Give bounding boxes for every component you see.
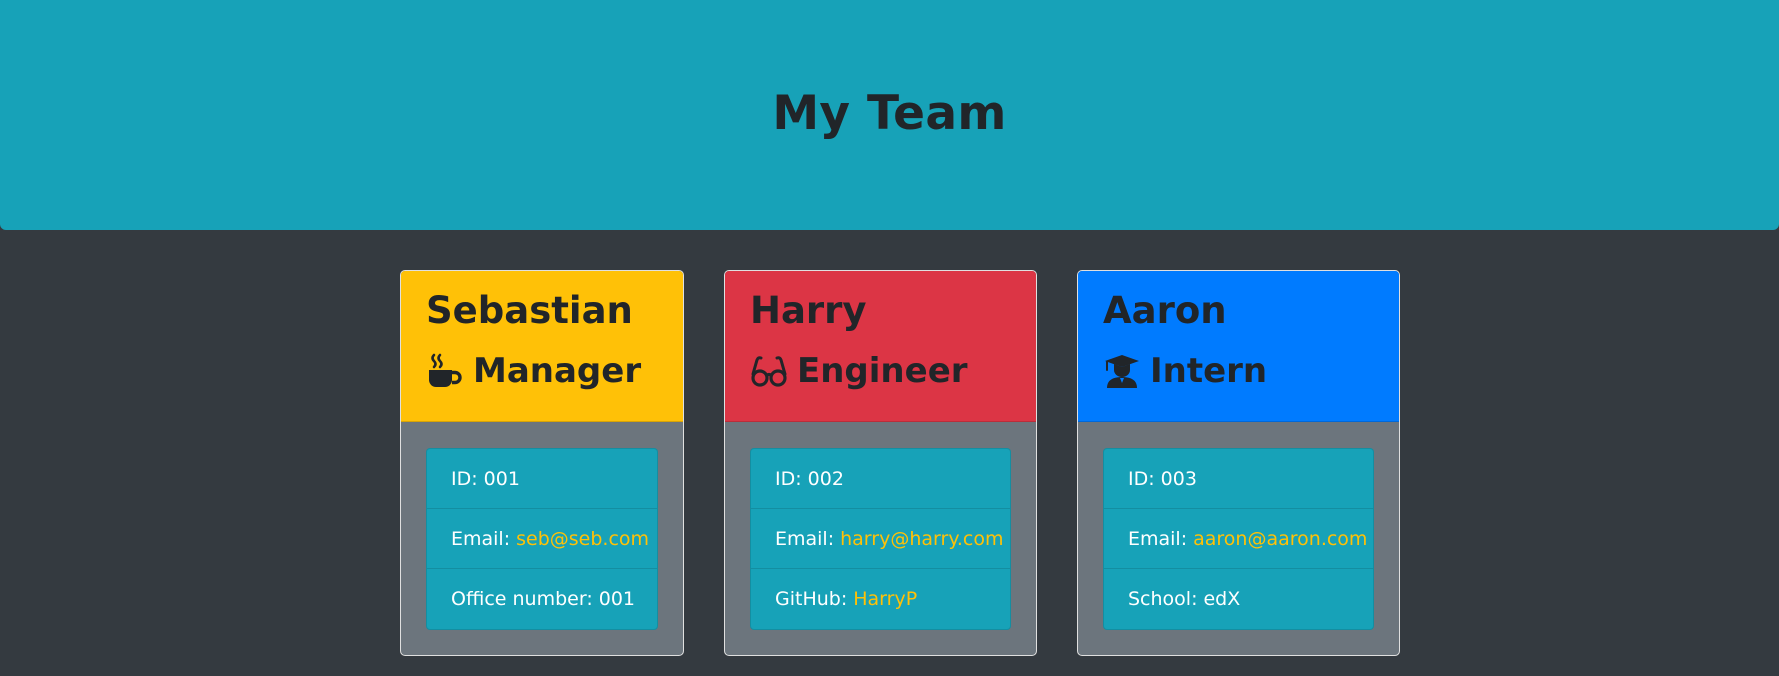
school-label: School:	[1128, 588, 1198, 610]
email-link[interactable]: harry@harry.com	[840, 528, 1003, 550]
email-label: Email:	[775, 527, 835, 550]
email-label: Email:	[451, 527, 511, 550]
email-link[interactable]: seb@seb.com	[516, 528, 649, 550]
page-title: My Team	[772, 86, 1007, 141]
id-value: 002	[807, 467, 844, 490]
employee-details: ID: 001 Email: seb@seb.com Office number…	[426, 448, 658, 630]
id-label: ID:	[1128, 467, 1155, 490]
header-banner: My Team	[0, 0, 1779, 230]
employee-name: Aaron	[1103, 289, 1227, 332]
id-row: ID: 003	[1104, 449, 1373, 509]
role-label: Engineer	[797, 351, 968, 391]
id-value: 001	[483, 467, 520, 490]
school-row: School: edX	[1104, 569, 1373, 629]
email-row: Email: harry@harry.com	[751, 509, 1010, 569]
id-label: ID:	[775, 467, 802, 490]
office-number-label: Office number:	[451, 588, 593, 610]
id-row: ID: 001	[427, 449, 657, 509]
employee-name: Sebastian	[426, 289, 633, 332]
employee-name: Harry	[750, 289, 867, 332]
email-label: Email:	[1128, 527, 1188, 550]
employee-details: ID: 003 Email: aaron@aaron.com School: e…	[1103, 448, 1374, 630]
graduate-icon	[1103, 352, 1141, 390]
card-header: Harry Engineer	[725, 271, 1036, 422]
coffee-mug-icon	[426, 352, 464, 390]
email-link[interactable]: aaron@aaron.com	[1193, 528, 1367, 550]
office-number-value: 001	[598, 588, 635, 610]
employee-role: Manager	[426, 351, 641, 391]
card-header: Sebastian Manager	[401, 271, 683, 422]
office-number-row: Office number: 001	[427, 569, 657, 629]
id-label: ID:	[451, 467, 478, 490]
employee-role: Engineer	[750, 351, 968, 391]
id-row: ID: 002	[751, 449, 1010, 509]
employee-card-manager: Sebastian Manager ID: 001 Email: seb@seb…	[400, 270, 684, 656]
glasses-icon	[750, 352, 788, 390]
github-label: GitHub:	[775, 588, 848, 610]
email-row: Email: seb@seb.com	[427, 509, 657, 569]
card-header: Aaron Intern	[1078, 271, 1399, 422]
role-label: Manager	[473, 351, 642, 391]
employee-card-engineer: Harry Engineer ID: 002 Email: harry@harr…	[724, 270, 1037, 656]
role-label: Intern	[1150, 351, 1268, 391]
employee-role: Intern	[1103, 351, 1267, 391]
github-link[interactable]: HarryP	[853, 588, 917, 610]
email-row: Email: aaron@aaron.com	[1104, 509, 1373, 569]
id-value: 003	[1160, 467, 1197, 490]
employee-details: ID: 002 Email: harry@harry.com GitHub: H…	[750, 448, 1011, 630]
school-value: edX	[1203, 588, 1241, 610]
employee-card-intern: Aaron Intern ID: 003 Email: aaron@aaron.…	[1077, 270, 1400, 656]
github-row: GitHub: HarryP	[751, 569, 1010, 629]
